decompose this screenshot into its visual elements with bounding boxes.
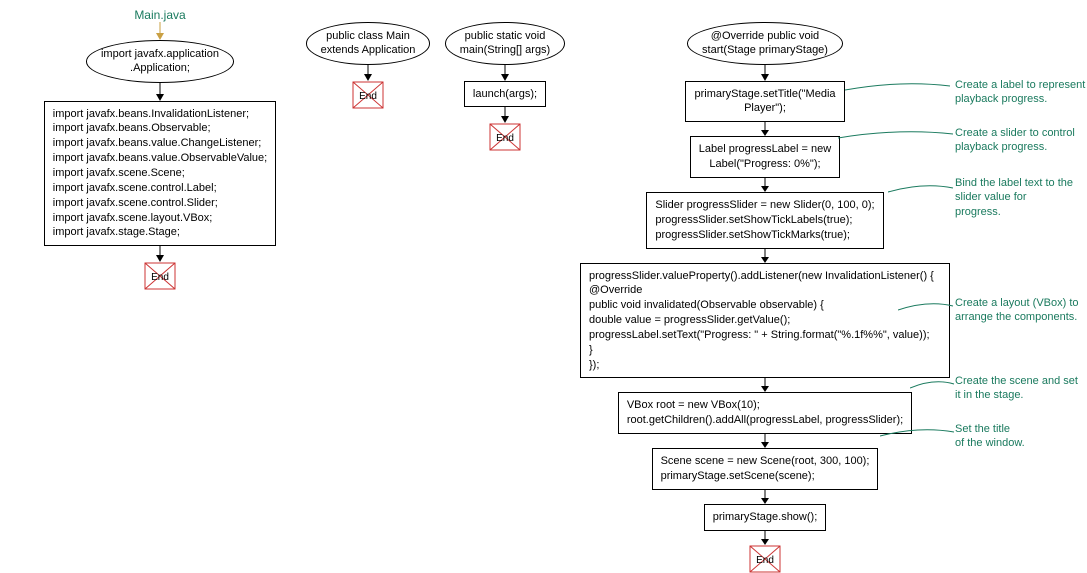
annotation-connector	[845, 80, 955, 100]
svg-text:End: End	[496, 133, 514, 144]
box-label: Label progressLabel = new Label("Progres…	[690, 136, 840, 178]
annotation-connector	[888, 182, 958, 202]
end-node: End	[749, 545, 781, 573]
flow-col-imports: Main.java import javafx.application .App…	[30, 8, 290, 290]
arrow-down-icon	[499, 107, 511, 123]
arrow-down-icon	[759, 65, 771, 81]
arrow-down-icon	[759, 434, 771, 448]
box-settitle: primaryStage.setTitle("Media Player");	[685, 81, 844, 123]
annotation-label-6: Set the title of the window.	[955, 422, 1025, 451]
box-slider: Slider progressSlider = new Slider(0, 10…	[646, 192, 883, 249]
flow-col-start: @Override public void start(Stage primar…	[575, 22, 955, 573]
annotation-label-3: Bind the label text to the slider value …	[955, 176, 1073, 219]
box-imports-list: import javafx.beans.InvalidationListener…	[44, 101, 276, 247]
svg-text:End: End	[756, 555, 774, 566]
box-vbox: VBox root = new VBox(10); root.getChildr…	[618, 392, 912, 434]
arrow-down-icon	[362, 65, 374, 81]
flow-col-class: public class Main extends Application En…	[298, 22, 438, 109]
arrow-down-icon	[759, 178, 771, 192]
arrow-down-icon	[759, 490, 771, 504]
flow-col-main: public static void main(String[] args) l…	[440, 22, 570, 151]
annotation-connector	[898, 300, 958, 320]
arrow-down-icon	[759, 378, 771, 392]
box-listener: progressSlider.valueProperty().addListen…	[580, 263, 950, 379]
box-show: primaryStage.show();	[704, 504, 827, 531]
box-launch: launch(args);	[464, 81, 546, 108]
svg-text:End: End	[359, 91, 377, 102]
ellipse-start-method: @Override public void start(Stage primar…	[687, 22, 843, 65]
arrow-down-icon	[154, 246, 166, 262]
arrow-down-icon	[154, 22, 166, 40]
arrow-down-icon	[759, 122, 771, 136]
annotation-label-1: Create a label to represent playback pro…	[955, 78, 1085, 107]
svg-text:End: End	[151, 272, 169, 283]
ellipse-main-method: public static void main(String[] args)	[445, 22, 565, 65]
annotation-connector	[838, 128, 958, 148]
arrow-down-icon	[499, 65, 511, 81]
box-scene: Scene scene = new Scene(root, 300, 100);…	[652, 448, 879, 490]
annotation-connector	[910, 378, 958, 398]
ellipse-import-app: import javafx.application .Application;	[86, 40, 234, 83]
filename-label: Main.java	[134, 8, 185, 22]
end-node: End	[489, 123, 521, 151]
annotation-label-5: Create the scene and set it in the stage…	[955, 374, 1078, 403]
annotation-label-2: Create a slider to control playback prog…	[955, 126, 1075, 155]
end-node: End	[352, 81, 384, 109]
annotation-connector	[880, 426, 958, 446]
arrow-down-icon	[759, 531, 771, 545]
annotation-label-4: Create a layout (VBox) to arrange the co…	[955, 296, 1079, 325]
end-node: End	[144, 262, 176, 290]
ellipse-class-main: public class Main extends Application	[306, 22, 431, 65]
arrow-down-icon	[154, 83, 166, 101]
arrow-down-icon	[759, 249, 771, 263]
